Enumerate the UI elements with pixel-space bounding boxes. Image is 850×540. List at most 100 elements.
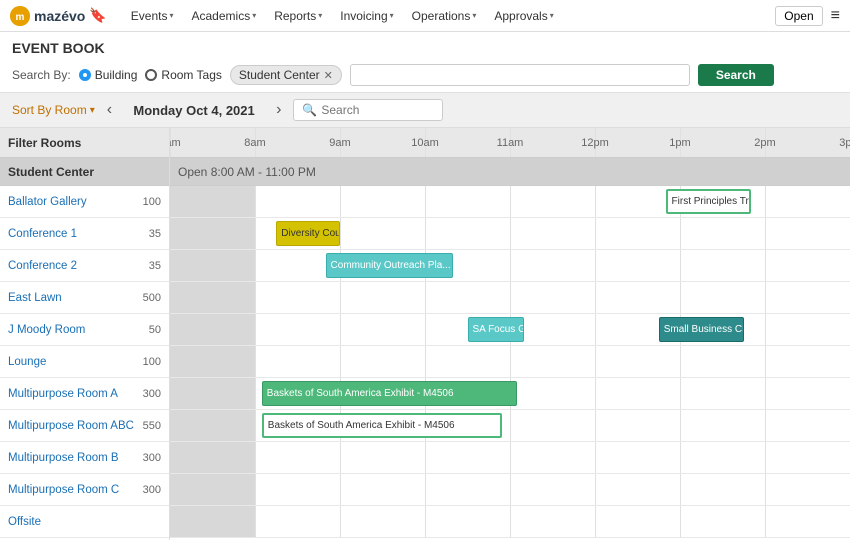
search-bar-row: Search By: Building Room Tags Student Ce… — [12, 64, 838, 86]
chevron-down-icon: ▾ — [252, 11, 256, 20]
room-name[interactable]: Multipurpose Room B — [8, 452, 119, 464]
radio-circle-building — [79, 69, 91, 81]
chevron-down-icon: ▾ — [550, 11, 554, 20]
timeline-row: First Principles Training Module 1 - F06… — [170, 186, 850, 218]
top-navigation: m mazévo 🔖 Events ▾ Academics ▾ Reports … — [0, 0, 850, 32]
room-row: Conference 2 35 — [0, 250, 169, 282]
room-row: Offsite — [0, 506, 169, 538]
room-name[interactable]: East Lawn — [8, 292, 62, 304]
room-name[interactable]: Multipurpose Room ABC — [8, 420, 134, 432]
event-block[interactable]: Small Business CLO Council - KU461 — [659, 317, 744, 342]
event-block[interactable]: Baskets of South America Exhibit - M4506 — [262, 381, 517, 406]
next-date-button[interactable]: › — [272, 99, 285, 121]
event-block[interactable]: First Principles Training Module 1 - F06… — [666, 189, 751, 214]
time-label-10am: 10am — [411, 137, 439, 149]
timeline-row: Community Outreach Pla... — [170, 250, 850, 282]
prev-date-button[interactable]: ‹ — [103, 99, 116, 121]
room-capacity: 35 — [149, 260, 161, 272]
radio-room-tags[interactable]: Room Tags — [145, 68, 221, 82]
event-block[interactable]: Diversity Council - W4512 — [276, 221, 340, 246]
chevron-down-icon: ▾ — [472, 11, 476, 20]
group-header-student-center: Student Center — [0, 158, 169, 186]
room-capacity: 100 — [143, 356, 161, 368]
time-label-8am: 8am — [244, 137, 265, 149]
nav-operations[interactable]: Operations ▾ — [404, 5, 485, 27]
open-button[interactable]: Open — [775, 6, 822, 26]
timeline-row: SA Focus Group... Small Business CLO Coun… — [170, 314, 850, 346]
logo-text: mazévo — [34, 8, 85, 24]
time-label-3pm: 3pm — [839, 137, 850, 149]
nav-academics[interactable]: Academics ▾ — [184, 5, 265, 27]
active-tag-chip: Student Center ✕ — [230, 65, 342, 85]
time-label-7am: 7am — [170, 137, 181, 149]
nav-reports[interactable]: Reports ▾ — [266, 5, 330, 27]
room-row: East Lawn 500 — [0, 282, 169, 314]
unavailable-bg — [170, 218, 255, 249]
room-capacity: 300 — [143, 388, 161, 400]
room-name[interactable]: Lounge — [8, 356, 46, 368]
unavailable-bg — [170, 282, 255, 313]
room-row: Lounge 100 — [0, 346, 169, 378]
calendar-search-input[interactable] — [321, 103, 441, 117]
timeline-header: 7am8am9am10am11am12pm1pm2pm3pm — [170, 128, 850, 158]
rooms-panel: Filter Rooms Student Center Ballator Gal… — [0, 128, 170, 540]
room-name[interactable]: Ballator Gallery — [8, 196, 87, 208]
room-capacity: 500 — [143, 292, 161, 304]
search-input[interactable] — [350, 64, 690, 86]
calendar-container: Filter Rooms Student Center Ballator Gal… — [0, 128, 850, 540]
sort-by-room-button[interactable]: Sort By Room ▾ — [12, 103, 95, 117]
filter-rooms-header: Filter Rooms — [0, 128, 169, 158]
room-name[interactable]: Conference 2 — [8, 260, 77, 272]
unavailable-bg — [170, 314, 255, 345]
time-label-12pm: 12pm — [581, 137, 609, 149]
event-block[interactable]: Community Outreach Pla... — [326, 253, 454, 278]
time-label-1pm: 1pm — [669, 137, 690, 149]
event-block[interactable]: SA Focus Group... — [468, 317, 525, 342]
room-row: Ballator Gallery 100 — [0, 186, 169, 218]
room-row: Multipurpose Room A 300 — [0, 378, 169, 410]
sort-by-room-label: Sort By Room — [12, 103, 87, 117]
timeline-rows: First Principles Training Module 1 - F06… — [170, 186, 850, 538]
app-logo: m mazévo 🔖 — [10, 6, 107, 26]
timeline-row: Baskets of South America Exhibit - M4506 — [170, 378, 850, 410]
time-label-11am: 11am — [497, 137, 524, 149]
room-name[interactable]: Conference 1 — [8, 228, 77, 240]
unavailable-bg — [170, 346, 255, 377]
unavailable-bg — [170, 378, 255, 409]
nav-events[interactable]: Events ▾ — [123, 5, 182, 27]
event-block[interactable]: Baskets of South America Exhibit - M4506 — [262, 413, 503, 438]
unavailable-bg — [170, 442, 255, 473]
radio-circle-room-tags — [145, 69, 157, 81]
room-name[interactable]: J Moody Room — [8, 324, 85, 336]
nav-invoicing[interactable]: Invoicing ▾ — [332, 5, 401, 27]
room-capacity: 100 — [143, 196, 161, 208]
radio-building[interactable]: Building — [79, 68, 138, 82]
room-name[interactable]: Multipurpose Room A — [8, 388, 118, 400]
tag-chip-close-icon[interactable]: ✕ — [324, 69, 333, 82]
nav-approvals[interactable]: Approvals ▾ — [486, 5, 561, 27]
room-capacity: 50 — [149, 324, 161, 336]
room-name[interactable]: Multipurpose Room C — [8, 484, 119, 496]
room-name[interactable]: Offsite — [8, 516, 41, 528]
room-row: Multipurpose Room C 300 — [0, 474, 169, 506]
time-label-9am: 9am — [329, 137, 350, 149]
chevron-down-icon: ▾ — [390, 11, 394, 20]
radio-building-label: Building — [95, 68, 138, 82]
room-capacity: 300 — [143, 484, 161, 496]
timeline-panel: 7am8am9am10am11am12pm1pm2pm3pm Open 8:00… — [170, 128, 850, 540]
timeline-row: Diversity Council - W4512 — [170, 218, 850, 250]
hamburger-icon[interactable]: ≡ — [831, 7, 840, 25]
timeline-row — [170, 442, 850, 474]
search-button[interactable]: Search — [698, 64, 774, 86]
unavailable-bg — [170, 474, 255, 505]
timeline-row — [170, 506, 850, 538]
calendar-search-box: 🔍 — [293, 99, 443, 121]
chevron-down-icon: ▾ — [318, 11, 322, 20]
radio-room-tags-label: Room Tags — [161, 68, 221, 82]
unavailable-bg — [170, 506, 255, 537]
room-row: J Moody Room 50 — [0, 314, 169, 346]
search-by-label: Search By: — [12, 68, 71, 82]
timeline-row — [170, 282, 850, 314]
room-row: Conference 135 — [0, 218, 169, 250]
page-title: EVENT BOOK — [12, 40, 838, 56]
